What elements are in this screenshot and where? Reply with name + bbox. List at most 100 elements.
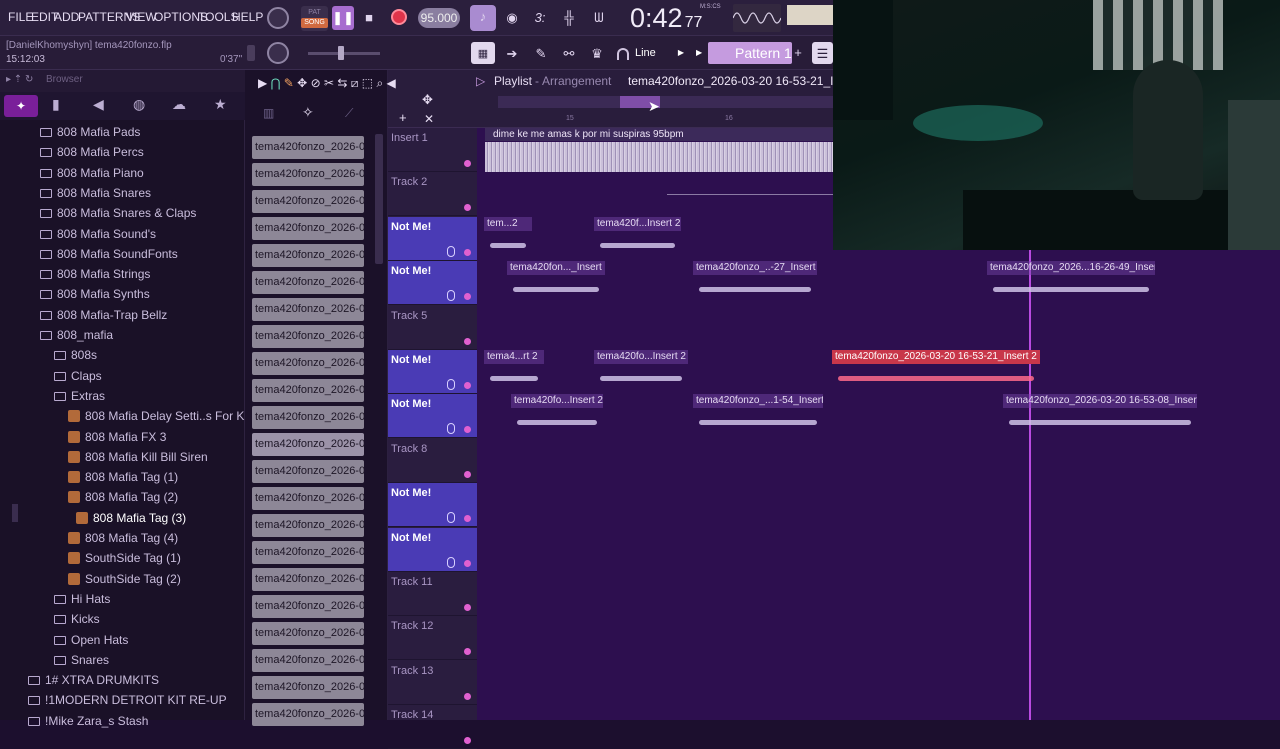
- track-header[interactable]: Not Me!: [388, 527, 477, 572]
- playlist-view-button[interactable]: ▦: [471, 42, 495, 64]
- track-header[interactable]: Track 14: [388, 705, 477, 749]
- track-activity-led[interactable]: [464, 160, 471, 167]
- track-header[interactable]: Insert 1: [388, 128, 477, 172]
- track-header[interactable]: Not Me!: [388, 483, 477, 528]
- track-activity-led[interactable]: [464, 737, 471, 745]
- time-display[interactable]: 0:42 77 M:S:CS: [630, 2, 724, 34]
- overview-strip[interactable]: [498, 96, 833, 108]
- link-icon[interactable]: ⚯: [557, 42, 581, 64]
- audio-clip[interactable]: tema420fonzo_..-27_Insert 2: [693, 261, 817, 303]
- track-activity-led[interactable]: [464, 204, 471, 212]
- track-activity-led[interactable]: [464, 604, 471, 611]
- track-header[interactable]: Not Me!: [388, 394, 477, 439]
- channel-button[interactable]: tema420fonzo_2026-03...: [252, 433, 364, 456]
- slip-tool-icon[interactable]: ⇆: [337, 76, 347, 90]
- browser-folder-item[interactable]: 808 Mafia Sound's: [40, 224, 156, 244]
- browser-folder-item[interactable]: Snares: [54, 650, 109, 670]
- browser-folder-item[interactable]: !Mike Zara_s Stash: [28, 711, 148, 731]
- track-activity-led[interactable]: [464, 293, 471, 301]
- audio-clip[interactable]: tema420fon..._Insert 2: [507, 261, 605, 303]
- channel-button[interactable]: tema420fonzo_2026-03...: [252, 136, 364, 159]
- channel-rack-button[interactable]: ➔: [500, 42, 524, 64]
- channel-button[interactable]: tema420fonzo_2026-03...: [252, 244, 364, 267]
- browser-folder-item[interactable]: 808 Mafia SoundFonts: [40, 244, 178, 264]
- channel-button[interactable]: tema420fonzo_2026-03...: [252, 622, 364, 645]
- add-pattern-button[interactable]: +: [791, 41, 805, 65]
- master-volume-knob[interactable]: [267, 7, 289, 29]
- add-track-icon[interactable]: +: [399, 110, 407, 125]
- track-header[interactable]: Track 8: [388, 439, 477, 483]
- browser-folder-item[interactable]: Open Hats: [54, 630, 128, 650]
- track-activity-led[interactable]: [464, 515, 471, 523]
- wait-input-button[interactable]: ◉: [500, 6, 524, 30]
- slider-thumb[interactable]: [338, 46, 344, 60]
- mic-icon[interactable]: [447, 245, 455, 257]
- magnet-tool-icon[interactable]: ⋂: [271, 76, 281, 90]
- track-1-audio-clip[interactable]: dime ke me amas k por mi suspiras 95bpm: [485, 128, 841, 172]
- browser-scrollbar[interactable]: [12, 504, 18, 522]
- zoom-tool-icon[interactable]: ⌕: [376, 76, 383, 90]
- browser-folder-item[interactable]: 808 Mafia Piano: [40, 163, 144, 183]
- channel-button[interactable]: tema420fonzo_2026-03...: [252, 190, 364, 213]
- browser-folder-item[interactable]: 808 Mafia Percs: [40, 142, 144, 162]
- pause-button[interactable]: ❚❚: [332, 6, 354, 30]
- track-header[interactable]: Not Me!: [388, 261, 477, 306]
- pattern-prev-button[interactable]: ▶: [696, 44, 706, 62]
- browser-folder-item[interactable]: 808 Mafia-Trap Bellz: [40, 305, 167, 325]
- pat-song-switch[interactable]: PAT SONG: [301, 6, 328, 31]
- browser-folder-item[interactable]: 808s: [54, 345, 97, 365]
- browser-file-item[interactable]: SouthSide Tag (1): [68, 548, 181, 568]
- channel-scrollbar[interactable]: [375, 134, 383, 264]
- magnet-icon[interactable]: [617, 48, 629, 60]
- track-header[interactable]: Track 12: [388, 616, 477, 661]
- channel-button[interactable]: tema420fonzo_2026-03...: [252, 460, 364, 483]
- mic-icon[interactable]: [447, 290, 455, 302]
- browser-file-item[interactable]: 808 Mafia Tag (3): [76, 508, 186, 528]
- arrow-right-icon[interactable]: ▶: [258, 76, 267, 90]
- audio-clip[interactable]: tema420f...Insert 2: [594, 216, 681, 259]
- browser-tab-files-icon[interactable]: ▮: [52, 96, 60, 113]
- browser-tab-plugins-icon[interactable]: ◀: [93, 96, 104, 113]
- channel-button[interactable]: tema420fonzo_2026-03...: [252, 406, 364, 429]
- stamp-icon[interactable]: ♛: [585, 42, 609, 64]
- track-activity-led[interactable]: [464, 559, 471, 567]
- track-header[interactable]: Track 5: [388, 306, 477, 350]
- record-button[interactable]: [386, 6, 412, 30]
- channel-button[interactable]: tema420fonzo_2026-03...: [252, 568, 364, 591]
- master-volume-slider[interactable]: [308, 46, 380, 60]
- mic-icon[interactable]: [447, 423, 455, 435]
- browser-folder-item[interactable]: Kicks: [54, 609, 100, 629]
- menu-file[interactable]: FILE: [8, 10, 33, 26]
- tempo-display[interactable]: 95.000: [418, 8, 460, 28]
- browser-folder-item[interactable]: Extras: [54, 386, 105, 406]
- pattern-select[interactable]: Pattern 1: [708, 42, 792, 64]
- channel-button[interactable]: tema420fonzo_2026-03...: [252, 163, 364, 186]
- browser-file-item[interactable]: 808 Mafia Tag (1): [68, 467, 178, 487]
- channel-button[interactable]: tema420fonzo_2026-03...: [252, 514, 364, 537]
- paint-tool-icon[interactable]: ✥: [297, 76, 307, 90]
- channel-button[interactable]: tema420fonzo_2026-03...: [252, 352, 364, 375]
- audio-clip[interactable]: tema420fo...Insert 2: [594, 350, 688, 392]
- audio-clip[interactable]: tema420fo...Insert 2: [511, 394, 603, 436]
- track-header[interactable]: Not Me!: [388, 216, 477, 261]
- slice-tool-icon[interactable]: ⧄: [351, 76, 359, 90]
- browser-file-item[interactable]: 808 Mafia FX 3: [68, 427, 166, 447]
- draw-tool-icon[interactable]: ✎: [284, 76, 294, 90]
- audio-clip[interactable]: tema420fonzo_2026-03-20 16-53-08_Insert …: [1003, 394, 1197, 436]
- stop-button[interactable]: ■: [358, 6, 380, 30]
- browser-nav-icons[interactable]: ▸ ⇡ ↻: [6, 74, 33, 85]
- track-activity-led[interactable]: [464, 426, 471, 434]
- channel-button[interactable]: tema420fonzo_2026-03...: [252, 325, 364, 348]
- channel-wave-icon[interactable]: ✧: [302, 104, 314, 121]
- track-activity-led[interactable]: [464, 248, 471, 256]
- browser-folder-item[interactable]: 808 Mafia Pads: [40, 122, 140, 142]
- audio-clip[interactable]: tema420fonzo_2026...16-26-49_Insert 2: [987, 261, 1155, 303]
- track-activity-led[interactable]: [464, 692, 471, 700]
- browser-file-item[interactable]: 808 Mafia Tag (2): [68, 487, 178, 507]
- mixer-button[interactable]: ☰: [812, 42, 833, 64]
- close-track-icon[interactable]: ✕: [424, 112, 434, 126]
- mic-icon[interactable]: [447, 379, 455, 390]
- channel-button[interactable]: tema420fonzo_2026-03...: [252, 298, 364, 321]
- piano-roll-button[interactable]: ✎: [529, 42, 553, 64]
- scroll-handle[interactable]: [247, 45, 255, 61]
